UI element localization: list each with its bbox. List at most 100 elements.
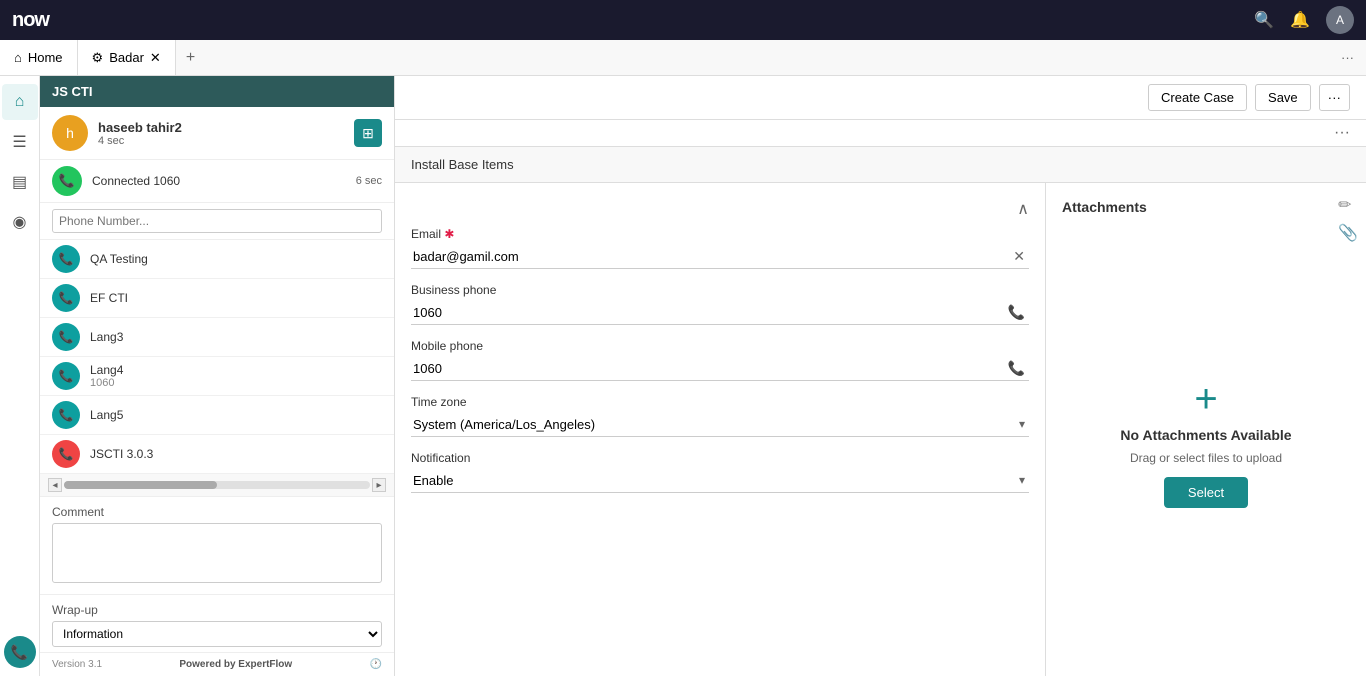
pencil-icon[interactable]: ✏ (1338, 195, 1358, 215)
queue-item-lang5[interactable]: 📞 Lang5 (40, 396, 394, 435)
queue-label: JSCTI 3.0.3 (90, 447, 153, 461)
queue-icon: 📞 (52, 284, 80, 312)
content-header: Create Case Save ··· (395, 76, 1366, 120)
timezone-group: Time zone System (America/Los_Angeles) (411, 395, 1029, 437)
queue-label: QA Testing (90, 252, 148, 266)
email-clear-icon[interactable]: ✕ (1009, 248, 1029, 265)
form-row-timezone: Time zone System (America/Los_Angeles) (411, 395, 1029, 437)
sidebar-item-home[interactable]: ⌂ (2, 84, 38, 120)
home-tab-label: Home (28, 50, 63, 65)
tab-more-button[interactable]: ··· (1329, 40, 1366, 75)
tab-home[interactable]: ⌂ Home (0, 40, 78, 75)
business-phone-group: Business phone 📞 (411, 283, 1029, 325)
queue-item-ef-cti[interactable]: 📞 EF CTI (40, 279, 394, 318)
queue-icon: 📞 (52, 323, 80, 351)
connected-line: 📞 Connected 1060 6 sec (40, 160, 394, 203)
queue-label: Lang3 (90, 330, 123, 344)
queue-item-jscti[interactable]: 📞 JSCTI 3.0.3 (40, 435, 394, 474)
content-body: ∧ Email ✱ ✕ (395, 183, 1366, 676)
sidebar-item-menu[interactable]: ☰ (2, 124, 38, 160)
search-icon[interactable]: 🔍 (1254, 10, 1274, 30)
queue-item-lang4[interactable]: 📞 Lang4 1060 (40, 357, 394, 396)
badar-tab-settings-icon: ⚙ (92, 50, 104, 66)
form-row-email: Email ✱ ✕ (411, 227, 1029, 269)
attach-body: + No Attachments Available Drag or selec… (1062, 227, 1350, 660)
user-avatar[interactable]: A (1326, 6, 1354, 34)
cti-footer: Version 3.1 Powered by ExpertFlow 🕐 (40, 652, 394, 676)
sidebar-bottom: 📞 (4, 636, 36, 668)
drag-drop-text: Drag or select files to upload (1130, 451, 1282, 465)
form-collapse-icon[interactable]: ∧ (1017, 199, 1029, 219)
plus-icon: + (1194, 379, 1217, 419)
caller-time: 4 sec (98, 135, 344, 147)
mobile-phone-group: Mobile phone 📞 (411, 339, 1029, 381)
email-label: Email ✱ (411, 227, 1029, 241)
phone-input-row (40, 203, 394, 240)
phone-number-input[interactable] (52, 209, 382, 233)
tab-add-button[interactable]: + (176, 40, 205, 75)
top-bar: now 🔍 🔔 A (0, 0, 1366, 40)
queue-label: Lang5 (90, 408, 123, 422)
timezone-label: Time zone (411, 395, 1029, 409)
paperclip-icon[interactable]: 📎 (1338, 223, 1358, 243)
cti-title: JS CTI (52, 84, 92, 99)
queue-item-lang3[interactable]: 📞 Lang3 (40, 318, 394, 357)
timezone-select[interactable]: System (America/Los_Angeles) (411, 413, 1029, 437)
home-tab-icon: ⌂ (14, 50, 22, 65)
mobile-phone-label: Mobile phone (411, 339, 1029, 353)
queue-item-qa-testing[interactable]: 📞 QA Testing (40, 240, 394, 279)
form-row-business-phone: Business phone 📞 (411, 283, 1029, 325)
comment-label: Comment (52, 505, 382, 519)
content-more-icon[interactable]: ··· (1334, 124, 1350, 142)
connected-time: 6 sec (356, 175, 382, 187)
scroll-left-button[interactable]: ◂ (48, 478, 62, 492)
queue-icon-red: 📞 (52, 440, 80, 468)
form-row-notification: Notification Enable (411, 451, 1029, 493)
more-options-button[interactable]: ··· (1319, 84, 1350, 111)
comment-section: Comment (40, 497, 394, 595)
wrapup-label: Wrap-up (52, 603, 382, 617)
sidebar-item-list[interactable]: ▤ (2, 164, 38, 200)
notification-label: Notification (411, 451, 1029, 465)
form-row-mobile-phone: Mobile phone 📞 (411, 339, 1029, 381)
email-input[interactable] (411, 245, 1009, 268)
phone-fab-button[interactable]: 📞 (4, 636, 36, 668)
create-case-button[interactable]: Create Case (1148, 84, 1247, 111)
grid-icon[interactable]: ⊞ (354, 119, 382, 147)
queue-label: EF CTI (90, 291, 128, 305)
queue-sub: 1060 (90, 377, 123, 389)
call-connected-icon[interactable]: 📞 (52, 166, 82, 196)
cti-body: h haseeb tahir2 4 sec ⊞ 📞 Connected 1060… (40, 107, 394, 652)
sidebar-item-chart[interactable]: ◉ (2, 204, 38, 240)
comment-textarea[interactable] (52, 523, 382, 583)
tab-badar[interactable]: ⚙ Badar ✕ (78, 40, 176, 75)
caller-info: haseeb tahir2 4 sec (98, 120, 344, 147)
mobile-phone-input-wrapper: 📞 (411, 357, 1029, 381)
caller-name: haseeb tahir2 (98, 120, 344, 135)
scroll-thumb[interactable] (64, 481, 217, 489)
email-input-wrapper: ✕ (411, 245, 1029, 269)
queue-icon: 📞 (52, 245, 80, 273)
notification-select-wrapper: Enable (411, 469, 1029, 493)
save-button[interactable]: Save (1255, 84, 1311, 111)
wrapup-select[interactable]: Information (52, 621, 382, 647)
select-files-button[interactable]: Select (1164, 477, 1248, 508)
scroll-track (64, 481, 370, 489)
badar-tab-close-icon[interactable]: ✕ (150, 50, 161, 66)
mobile-phone-input[interactable] (411, 357, 1004, 380)
content-sub-header: ··· (395, 120, 1366, 147)
scroll-right-button[interactable]: ▸ (372, 478, 386, 492)
notification-select[interactable]: Enable (411, 469, 1029, 493)
active-caller-item[interactable]: h haseeb tahir2 4 sec ⊞ (40, 107, 394, 160)
business-phone-input[interactable] (411, 301, 1004, 324)
notification-group: Notification Enable (411, 451, 1029, 493)
expertflow-logo: Powered by ExpertFlow (179, 659, 292, 670)
main-content: JS CTI h haseeb tahir2 4 sec ⊞ 📞 Connect… (40, 76, 1366, 676)
timezone-select-wrapper: System (America/Los_Angeles) (411, 413, 1029, 437)
caller-avatar: h (52, 115, 88, 151)
tab-bar: ⌂ Home ⚙ Badar ✕ + ··· (0, 40, 1366, 76)
queue-item-info: Lang4 1060 (90, 363, 123, 389)
version-text: Version 3.1 (52, 659, 102, 670)
phone-icon-business: 📞 (1004, 304, 1029, 321)
bell-icon[interactable]: 🔔 (1290, 10, 1310, 30)
